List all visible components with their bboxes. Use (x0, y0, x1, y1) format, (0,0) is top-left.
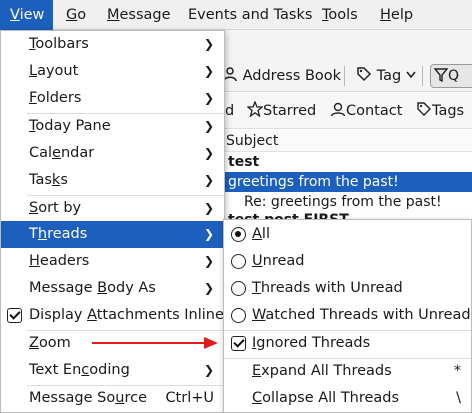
quick-filter-label: Q (448, 68, 460, 84)
menu-events-label: Events and Tasks (188, 7, 313, 23)
chevron-down-icon (406, 71, 416, 79)
filter-starred-label: Starred (263, 103, 317, 119)
view-menu-today-pane[interactable]: Today Pane ❯ (1, 113, 224, 140)
threads-all[interactable]: All (224, 221, 471, 248)
menu-help[interactable]: Help (380, 0, 413, 30)
menu-view-label: iew (19, 7, 45, 23)
menu-view[interactable]: View (0, 0, 54, 30)
view-menu-sort-by[interactable]: Sort by ❯ (1, 195, 224, 222)
radio-icon (231, 281, 246, 296)
view-menu: Toolbars ❯ Layout ❯ Folders ❯ Today Pane ❯ C… (0, 30, 225, 413)
menu-tools[interactable]: Tools (322, 0, 358, 30)
view-menu-threads[interactable]: Threads ❯ (1, 221, 224, 248)
menu-go[interactable]: Go (66, 0, 86, 30)
view-menu-tasks[interactable]: Tasks ❯ (1, 167, 224, 194)
view-menu-message-source[interactable]: Message Source Ctrl+U (1, 385, 224, 412)
filter-contact-button[interactable]: Contact (330, 99, 402, 123)
tag-button[interactable]: Tag (356, 63, 416, 89)
expand-shortcut: * (453, 363, 461, 379)
checkbox-icon (7, 308, 22, 323)
filter-contact-label: Contact (346, 103, 403, 119)
message-subject: Re: greetings from the past! (244, 194, 442, 210)
radio-icon (231, 308, 246, 323)
menu-go-mnemonic: G (66, 7, 78, 23)
address-book-button[interactable]: Address Book (222, 63, 341, 89)
collapse-shortcut: \ (456, 390, 461, 406)
chevron-right-icon: ❯ (203, 281, 214, 295)
threads-ignored[interactable]: Ignored Threads (224, 330, 471, 357)
chevron-right-icon: ❯ (203, 254, 214, 268)
annotation-arrow-head (204, 337, 218, 349)
view-menu-layout[interactable]: Layout ❯ (1, 58, 224, 85)
view-menu-display-attachments-inline[interactable]: Display Attachments Inline (1, 302, 224, 329)
chevron-right-icon: ❯ (203, 363, 214, 377)
threads-with-unread[interactable]: Threads with Unread (224, 275, 471, 302)
message-subject: greetings from the past! (228, 174, 399, 190)
threads-collapse-all[interactable]: Collapse All Threads \ (224, 385, 471, 412)
message-source-shortcut: Ctrl+U (165, 390, 214, 406)
view-menu-message-body-as[interactable]: Message Body As ❯ (1, 275, 224, 302)
star-icon (246, 100, 264, 118)
chevron-right-icon: ❯ (203, 64, 214, 78)
message-subject: test (228, 154, 260, 170)
tags-icon (417, 102, 431, 116)
filter-partial-label: d (225, 103, 235, 119)
view-menu-toolbars[interactable]: Toolbars ❯ (1, 31, 224, 58)
threads-unread[interactable]: Unread (224, 248, 471, 275)
chevron-right-icon: ❯ (203, 37, 214, 51)
chevron-right-icon: ❯ (203, 173, 214, 187)
filter-tags-button[interactable]: Tags (416, 99, 464, 123)
chevron-right-icon: ❯ (203, 119, 214, 133)
menu-view-mnemonic: V (10, 7, 20, 23)
menu-tools-label: ools (328, 7, 358, 23)
radio-icon (231, 227, 246, 242)
menu-message-mnemonic: M (107, 7, 120, 23)
menu-message-label: essage (119, 7, 171, 23)
menu-message[interactable]: Message (107, 0, 171, 30)
view-menu-text-encoding[interactable]: Text Encoding ❯ (1, 357, 224, 384)
subject-column-header[interactable]: Subject (226, 131, 278, 151)
menu-events-and-tasks[interactable]: Events and Tasks (188, 0, 312, 30)
view-menu-calendar[interactable]: Calendar ❯ (1, 140, 224, 167)
checkbox-icon (231, 336, 246, 351)
threads-submenu: All Unread Threads with Unread Watched T… (223, 219, 472, 413)
menu-help-mnemonic: H (380, 7, 391, 23)
filter-icon (433, 68, 449, 83)
filter-tags-label: Tags (432, 103, 465, 119)
tag-label: Tag (376, 68, 402, 84)
filter-starred-button[interactable]: Starred (246, 99, 317, 123)
annotation-arrow-line (92, 342, 206, 344)
menubar: View Go Message Events and Tasks Tools H… (0, 0, 472, 30)
toolbar-separator-2 (422, 66, 423, 86)
threads-expand-all[interactable]: Expand All Threads * (224, 358, 471, 385)
chevron-right-icon: ❯ (203, 146, 214, 160)
radio-icon (231, 254, 246, 269)
view-menu-folders[interactable]: Folders ❯ (1, 85, 224, 112)
toolbar-separator (344, 66, 345, 86)
menu-go-label: o (77, 7, 87, 23)
chevron-right-icon: ❯ (203, 227, 214, 241)
address-book-label: Address Book (242, 68, 342, 84)
quick-filter-button[interactable]: Q (430, 64, 472, 88)
view-menu-headers[interactable]: Headers ❯ (1, 248, 224, 275)
chevron-right-icon: ❯ (203, 91, 214, 105)
menu-help-label: elp (390, 7, 414, 23)
chevron-right-icon: ❯ (203, 201, 214, 215)
threads-watched-with-unread[interactable]: Watched Threads with Unread (224, 302, 471, 329)
tag-icon (357, 67, 372, 82)
contact-icon (330, 102, 346, 117)
